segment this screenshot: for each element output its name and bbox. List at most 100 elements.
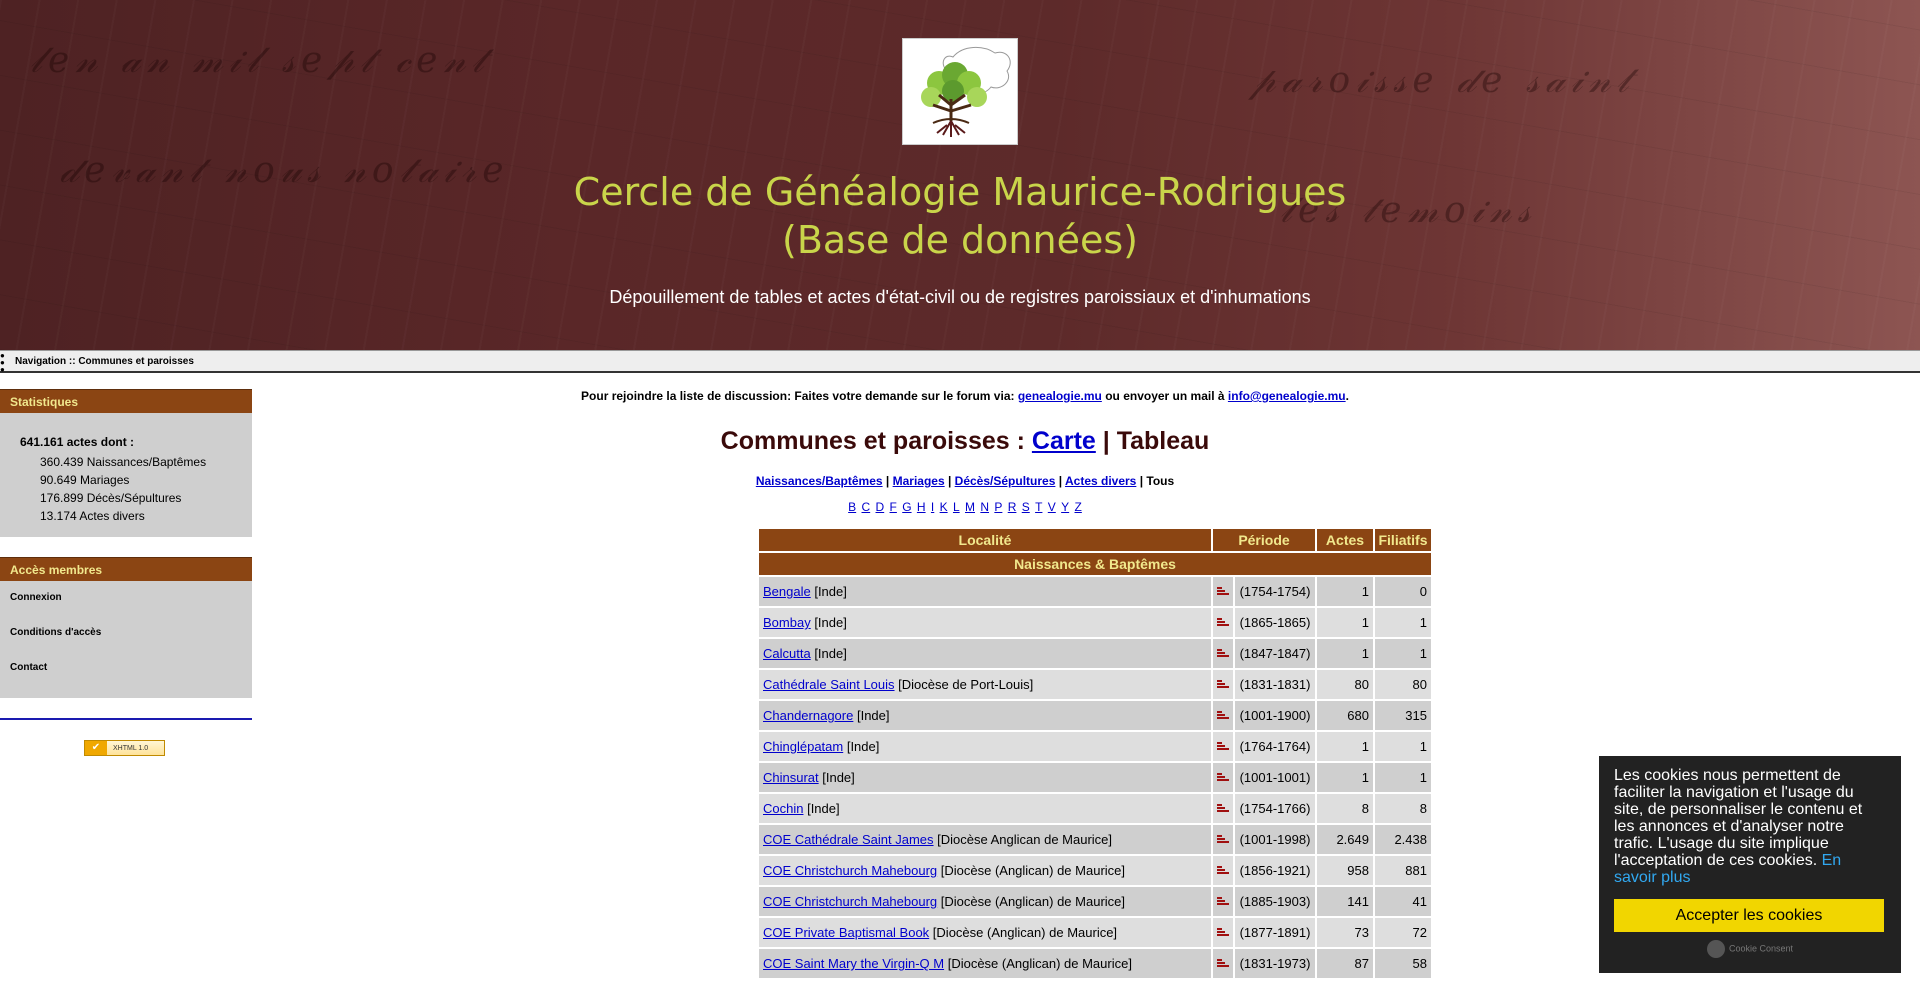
letter-link[interactable]: D — [876, 500, 885, 514]
locality-link[interactable]: COE Christchurch Mahebourg — [763, 894, 937, 909]
period-cell: (1001-1001) — [1235, 763, 1315, 792]
locality-region: [Diocèse (Anglican) de Maurice] — [944, 956, 1132, 971]
letter-index: B C D F G H I K L M N P R S T V Y Z — [252, 500, 1678, 514]
email-link[interactable]: info@genealogie.mu — [1228, 389, 1346, 403]
background-handwriting: 𝓅𝒶𝓇𝑜𝒾𝓈𝓈𝑒 𝒹𝑒 𝓈𝒶𝒾𝓃𝓉 — [1250, 60, 1635, 101]
map-view-link[interactable]: Carte — [1032, 427, 1096, 455]
locality-cell: Bengale [Inde] — [759, 577, 1211, 606]
letter-link[interactable]: B — [848, 500, 856, 514]
site-header: 𝓁𝑒𝓃 𝒶𝓃 𝓂𝒾𝓁 𝓈𝑒𝓅𝓉 𝒸𝑒𝓃𝓉 𝒹𝑒𝓋𝒶𝓃𝓉 𝓃𝑜𝓊𝓈 𝓃𝑜𝓉𝒶𝒾𝓇𝑒… — [0, 0, 1920, 350]
page-title-text: | Tableau — [1095, 427, 1210, 455]
locality-link[interactable]: COE Saint Mary the Virgin-Q M — [763, 956, 944, 971]
login-link[interactable]: Connexion — [10, 589, 252, 624]
filter-deces[interactable]: Décès/Sépultures — [955, 474, 1056, 488]
filiatifs-cell: 881 — [1375, 856, 1431, 885]
chart-icon[interactable] — [1213, 887, 1233, 916]
table-row: Chinsurat [Inde] (1001-1001) 1 1 — [759, 763, 1431, 792]
sidebar: Statistiques 641.161 actes dont : 360.43… — [0, 389, 252, 756]
locality-link[interactable]: COE Private Baptismal Book — [763, 925, 929, 940]
letter-link[interactable]: M — [965, 500, 975, 514]
contact-link[interactable]: Contact — [10, 659, 252, 694]
letter-link[interactable]: T — [1035, 500, 1042, 514]
xhtml-badge-label: XHTML 1.0 — [113, 744, 149, 752]
table-row: COE Private Baptismal Book [Diocèse (Ang… — [759, 918, 1431, 947]
locality-cell: COE Christchurch Mahebourg [Diocèse (Ang… — [759, 887, 1211, 916]
period-cell: (1831-1973) — [1235, 949, 1315, 978]
letter-link[interactable]: V — [1048, 500, 1056, 514]
letter-link[interactable]: F — [890, 500, 897, 514]
table-row: Calcutta [Inde] (1847-1847) 1 1 — [759, 639, 1431, 668]
chart-icon[interactable] — [1213, 856, 1233, 885]
chart-icon[interactable] — [1213, 577, 1233, 606]
locality-region: [Inde] — [810, 646, 847, 661]
letter-link[interactable]: K — [940, 500, 948, 514]
table-row: COE Saint Mary the Virgin-Q M [Diocèse (… — [759, 949, 1431, 978]
letter-link[interactable]: S — [1022, 500, 1030, 514]
letter-link[interactable]: Z — [1075, 500, 1082, 514]
locality-cell: Chandernagore [Inde] — [759, 701, 1211, 730]
locality-link[interactable]: Chinsurat — [763, 770, 819, 785]
xhtml-badge[interactable]: ✔ XHTML 1.0 — [84, 740, 165, 756]
locality-cell: COE Private Baptismal Book [Diocèse (Ang… — [759, 918, 1211, 947]
cookie-banner: Les cookies nous permettent de faciliter… — [1599, 756, 1901, 973]
filter-divers[interactable]: Actes divers — [1065, 474, 1136, 488]
locality-link[interactable]: COE Christchurch Mahebourg — [763, 863, 937, 878]
site-logo[interactable] — [902, 38, 1018, 145]
letter-link[interactable]: P — [994, 500, 1002, 514]
chart-icon[interactable] — [1213, 918, 1233, 947]
table-row: COE Christchurch Mahebourg [Diocèse (Ang… — [759, 887, 1431, 916]
actes-cell: 680 — [1317, 701, 1373, 730]
filiatifs-cell: 58 — [1375, 949, 1431, 978]
access-conditions-link[interactable]: Conditions d'accès — [10, 624, 252, 659]
locality-cell: Calcutta [Inde] — [759, 639, 1211, 668]
chart-icon[interactable] — [1213, 639, 1233, 668]
accept-cookies-button[interactable]: Accepter les cookies — [1614, 899, 1884, 932]
page-title: Communes et paroisses : Carte | Tableau — [252, 427, 1678, 456]
letter-link[interactable]: L — [953, 500, 960, 514]
sidebar-divider — [0, 718, 252, 720]
chart-icon[interactable] — [1213, 794, 1233, 823]
chart-icon[interactable] — [1213, 608, 1233, 637]
actes-cell: 8 — [1317, 794, 1373, 823]
locality-link[interactable]: COE Cathédrale Saint James — [763, 832, 934, 847]
locality-region: [Inde] — [810, 584, 847, 599]
letter-link[interactable]: R — [1008, 500, 1017, 514]
col-localite: Localité — [759, 529, 1211, 551]
actes-cell: 1 — [1317, 732, 1373, 761]
locality-link[interactable]: Cathédrale Saint Louis — [763, 677, 895, 692]
letter-link[interactable]: Y — [1061, 500, 1069, 514]
chart-icon[interactable] — [1213, 949, 1233, 978]
chart-icon[interactable] — [1213, 825, 1233, 854]
locality-link[interactable]: Cochin — [763, 801, 803, 816]
locality-link[interactable]: Chinglépatam — [763, 739, 843, 754]
col-actes: Actes — [1317, 529, 1373, 551]
letter-link[interactable]: N — [980, 500, 989, 514]
letter-link[interactable]: C — [862, 500, 871, 514]
locality-link[interactable]: Bombay — [763, 615, 811, 630]
chart-icon[interactable] — [1213, 732, 1233, 761]
filter-naissances[interactable]: Naissances/Baptêmes — [756, 474, 883, 488]
site-title-line1: Cercle de Généalogie Maurice-Rodrigues — [573, 170, 1347, 214]
locality-link[interactable]: Calcutta — [763, 646, 811, 661]
chart-icon[interactable] — [1213, 701, 1233, 730]
site-title-line2: (Base de données) — [782, 218, 1138, 262]
period-cell: (1001-1900) — [1235, 701, 1315, 730]
forum-link[interactable]: genealogie.mu — [1018, 389, 1102, 403]
filiatifs-cell: 72 — [1375, 918, 1431, 947]
period-cell: (1847-1847) — [1235, 639, 1315, 668]
letter-link[interactable]: I — [931, 500, 934, 514]
stat-naissances: 360.439 Naissances/Baptêmes — [40, 455, 207, 469]
filiatifs-cell: 80 — [1375, 670, 1431, 699]
main-content: Pour rejoindre la liste de discussion: F… — [252, 389, 1920, 978]
locality-link[interactable]: Chandernagore — [763, 708, 853, 723]
locality-link[interactable]: Bengale — [763, 584, 811, 599]
chart-icon[interactable] — [1213, 763, 1233, 792]
filter-mariages[interactable]: Mariages — [893, 474, 945, 488]
period-cell: (1754-1766) — [1235, 794, 1315, 823]
locality-region: [Inde] — [810, 615, 847, 630]
members-heading: Accès membres — [0, 557, 252, 581]
letter-link[interactable]: H — [917, 500, 926, 514]
chart-icon[interactable] — [1213, 670, 1233, 699]
stat-deces: 176.899 Décès/Sépultures — [40, 491, 182, 505]
letter-link[interactable]: G — [902, 500, 911, 514]
